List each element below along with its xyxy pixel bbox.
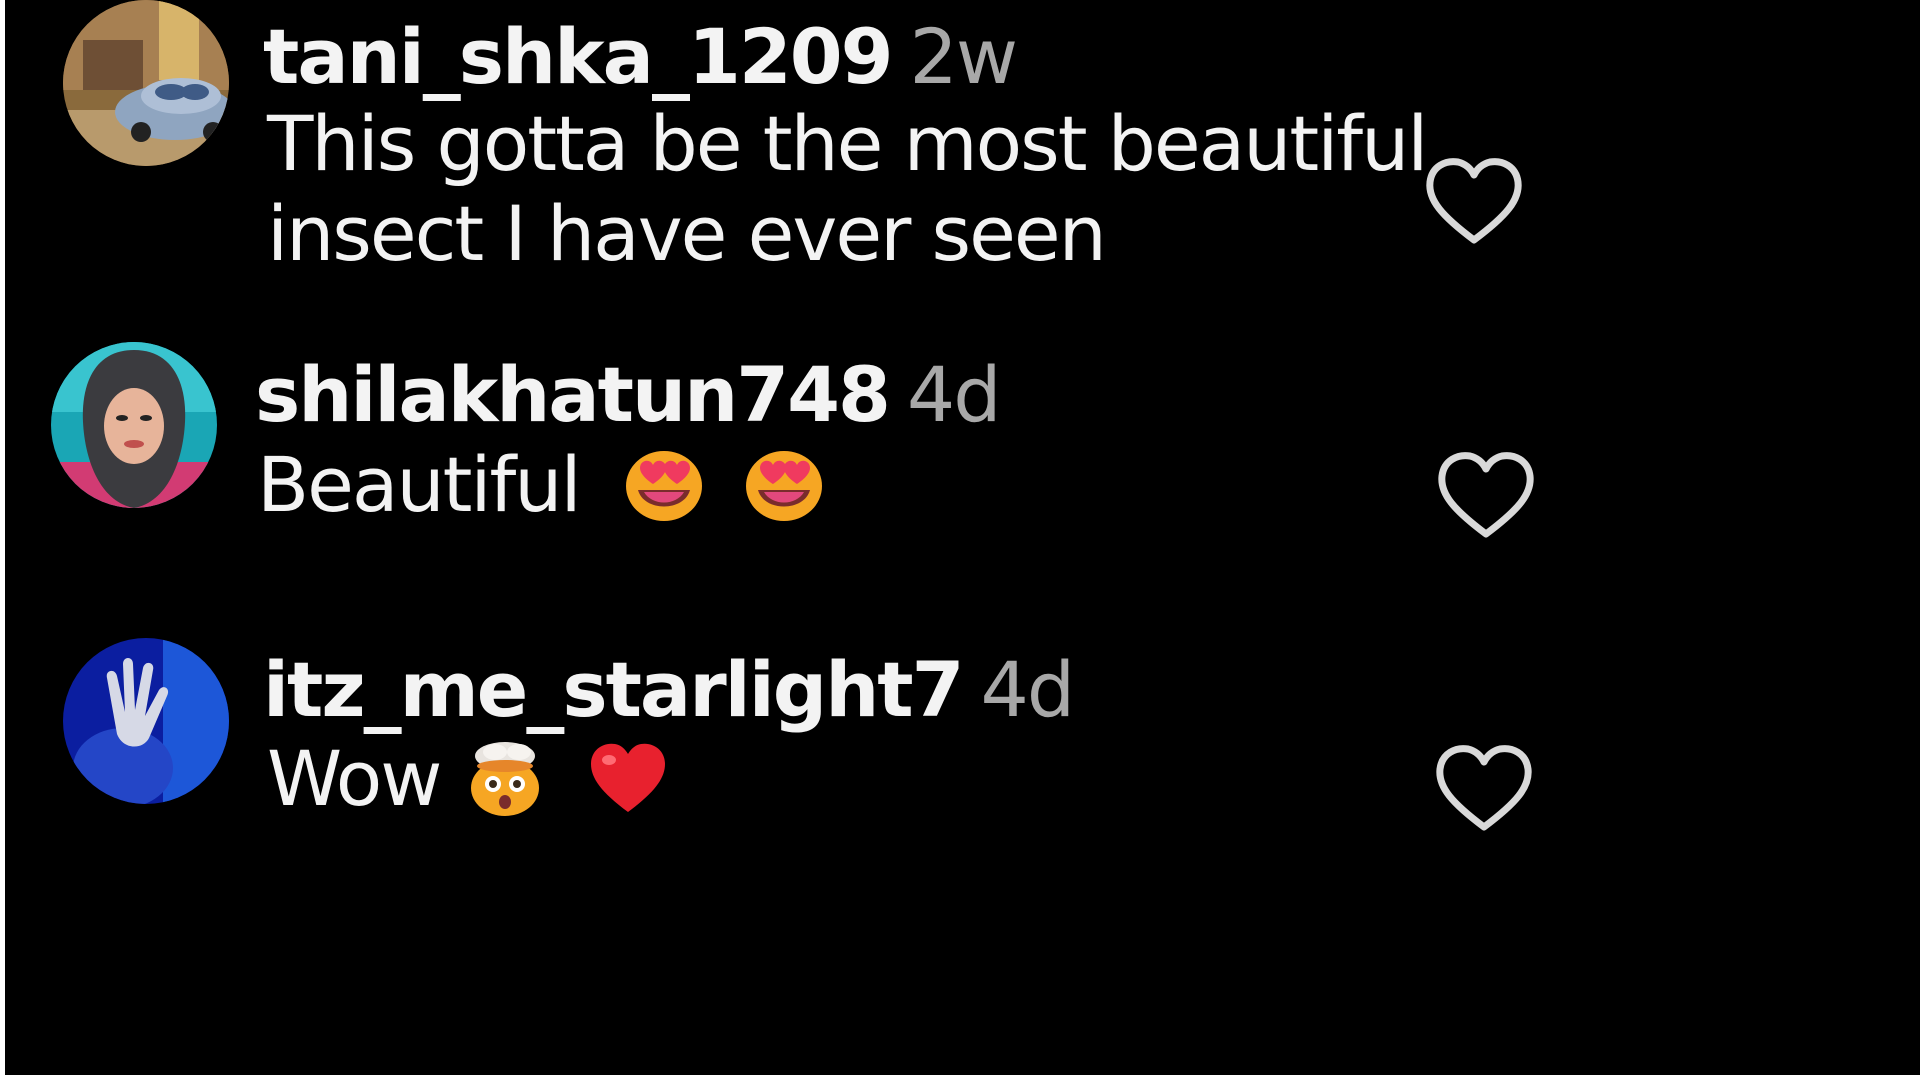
comment-text: Wow xyxy=(267,722,667,836)
timestamp: 4d xyxy=(906,350,1002,439)
avatar[interactable] xyxy=(63,0,229,166)
comments-panel: tani_shka_1209 2w This gotta be the most … xyxy=(5,0,1920,1075)
like-button[interactable] xyxy=(1436,450,1536,542)
timestamp: 4d xyxy=(980,645,1076,734)
like-button[interactable] xyxy=(1424,156,1524,248)
profile-photo-woman-icon xyxy=(51,342,217,508)
exploding-head-emoji xyxy=(465,738,545,818)
username-link[interactable]: itz_me_starlight7 xyxy=(263,645,965,734)
heart-outline-icon xyxy=(1426,158,1522,244)
comment-header: shilakhatun748 4d xyxy=(255,350,1002,440)
heart-outline-icon xyxy=(1438,452,1534,538)
avatar[interactable] xyxy=(51,342,217,508)
profile-photo-car-icon xyxy=(63,0,229,166)
like-button[interactable] xyxy=(1434,743,1534,835)
comment-text-body: Beautiful xyxy=(257,440,582,529)
comment-text: This gotta be the most beautiful insect … xyxy=(267,87,1428,291)
username-link[interactable]: shilakhatun748 xyxy=(255,350,891,439)
avatar[interactable] xyxy=(63,638,229,804)
heart-eyes-emoji xyxy=(624,446,704,522)
profile-photo-glove-icon xyxy=(63,638,229,804)
red-heart-emoji xyxy=(589,742,667,814)
heart-eyes-emoji xyxy=(744,446,824,522)
comment-text-body: Wow xyxy=(267,734,442,823)
heart-outline-icon xyxy=(1436,745,1532,831)
comment-text: Beautiful xyxy=(257,428,824,542)
